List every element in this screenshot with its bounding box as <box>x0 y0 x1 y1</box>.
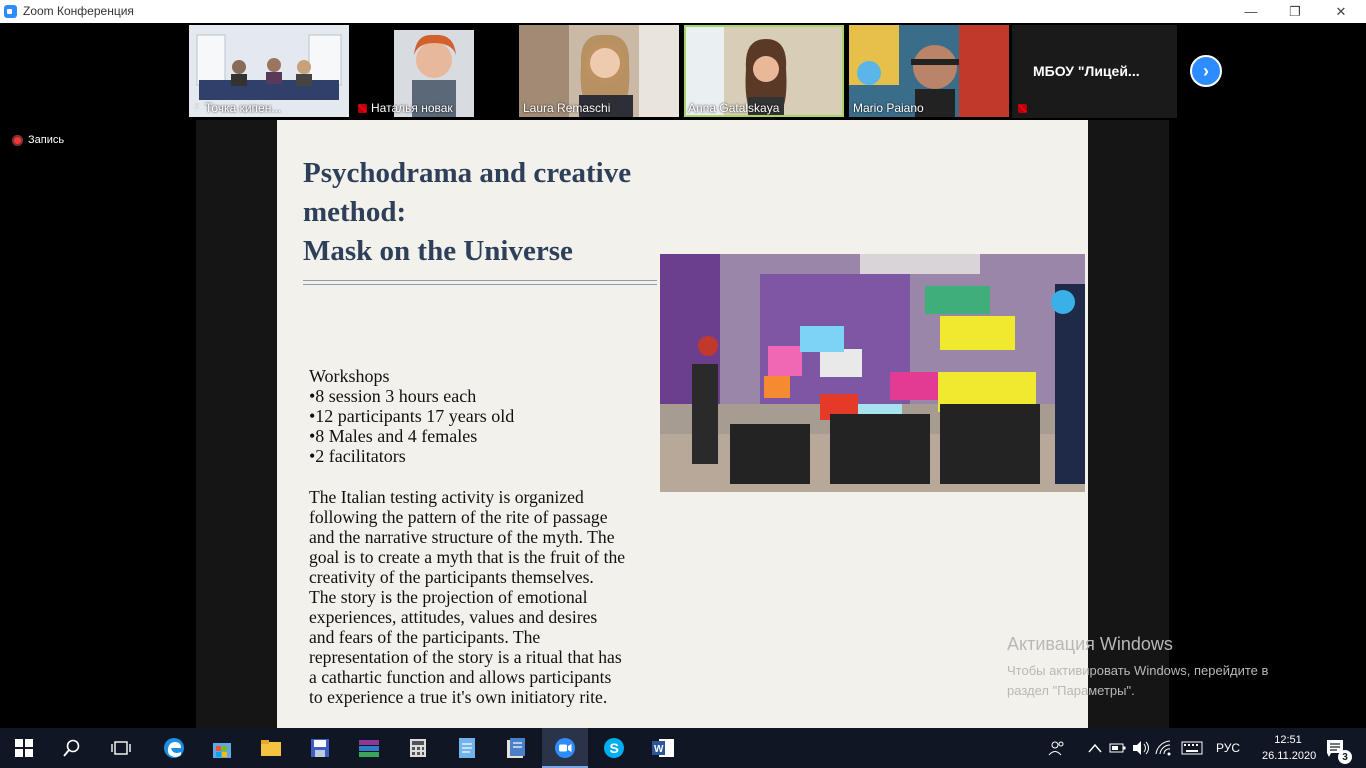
participant-video-4[interactable]: Anna Gatalskaya <box>684 25 844 117</box>
save-app-icon[interactable] <box>306 734 334 762</box>
workshops-list: Workshops •8 session 3 hours each •12 pa… <box>309 366 515 466</box>
clock[interactable]: 12:51 26.11.2020 <box>1262 732 1316 764</box>
keyboard-icon[interactable] <box>1178 734 1206 762</box>
record-icon <box>12 134 23 146</box>
calculator-icon[interactable] <box>404 734 432 762</box>
participant-tile-lyceum[interactable]: МБОУ "Лицей... <box>1012 25 1177 118</box>
word-icon[interactable]: W <box>649 734 677 762</box>
notification-count: 3 <box>1338 750 1352 764</box>
mic-muted-icon <box>358 104 367 113</box>
minimize-button[interactable]: — <box>1228 0 1274 23</box>
task-view-icon[interactable] <box>107 734 135 762</box>
participant-name: Anna Gatalskaya <box>688 101 780 115</box>
participant-name: Наталья новак <box>358 101 453 115</box>
participant-video-3[interactable]: Laura Remaschi <box>519 25 679 117</box>
windows-activation-watermark: Активация Windows Чтобы активировать Win… <box>1007 634 1269 698</box>
windows-start-icon[interactable] <box>10 734 38 762</box>
skype-icon[interactable]: S <box>600 734 628 762</box>
zoom-app-icon <box>551 734 579 762</box>
participant-name: Mario Paiano <box>853 101 924 115</box>
recording-indicator[interactable]: Запись <box>12 134 64 146</box>
notepad-icon[interactable] <box>453 734 481 762</box>
taskbar: S W РУС 12:51 26.11.2020 3 <box>0 728 1366 768</box>
edge-browser-icon[interactable] <box>160 734 188 762</box>
participant-video-2[interactable]: Наталья новак <box>354 25 514 117</box>
participant-name: МБОУ "Лицей... <box>1033 63 1140 79</box>
notifications-icon[interactable]: 3 <box>1322 734 1352 764</box>
zoom-icon <box>4 5 17 18</box>
search-icon[interactable] <box>58 734 86 762</box>
participant-name: Laura Remaschi <box>523 101 611 115</box>
mic-muted-icon <box>1018 104 1027 113</box>
close-button[interactable]: ✕ <box>1318 0 1364 23</box>
next-page-button[interactable]: › <box>1190 55 1222 87</box>
svg-text:W: W <box>654 744 664 755</box>
store-icon[interactable] <box>208 734 236 762</box>
window-title: Zoom Конференция <box>23 4 134 18</box>
restore-button[interactable]: ❐ <box>1272 0 1318 23</box>
zoom-taskbar-button-active[interactable] <box>542 728 588 768</box>
document-viewer-icon[interactable] <box>502 734 530 762</box>
file-explorer-icon[interactable] <box>257 734 285 762</box>
participant-video-1[interactable]: Точка кипен... <box>189 25 349 117</box>
title-divider <box>303 284 657 285</box>
participant-name: Точка кипен... <box>193 101 281 115</box>
title-divider <box>303 280 657 281</box>
svg-text:S: S <box>610 740 619 756</box>
people-icon[interactable] <box>1043 734 1071 762</box>
language-indicator[interactable]: РУС <box>1216 728 1240 768</box>
participant-video-5[interactable]: Mario Paiano <box>849 25 1009 117</box>
chevron-right-icon: › <box>1203 60 1209 81</box>
slide-title: Psychodrama and creative method: Mask on… <box>303 157 632 267</box>
title-bar: Zoom Конференция — ❐ ✕ <box>0 0 1366 23</box>
presentation-slide: Psychodrama and creative method: Mask on… <box>277 120 1088 728</box>
pin-icon <box>193 103 201 112</box>
slide-body-text: The Italian testing activity is organize… <box>309 487 626 707</box>
archive-app-icon[interactable] <box>355 734 383 762</box>
workshop-photo <box>660 254 1085 492</box>
wifi-icon[interactable] <box>1150 734 1178 762</box>
